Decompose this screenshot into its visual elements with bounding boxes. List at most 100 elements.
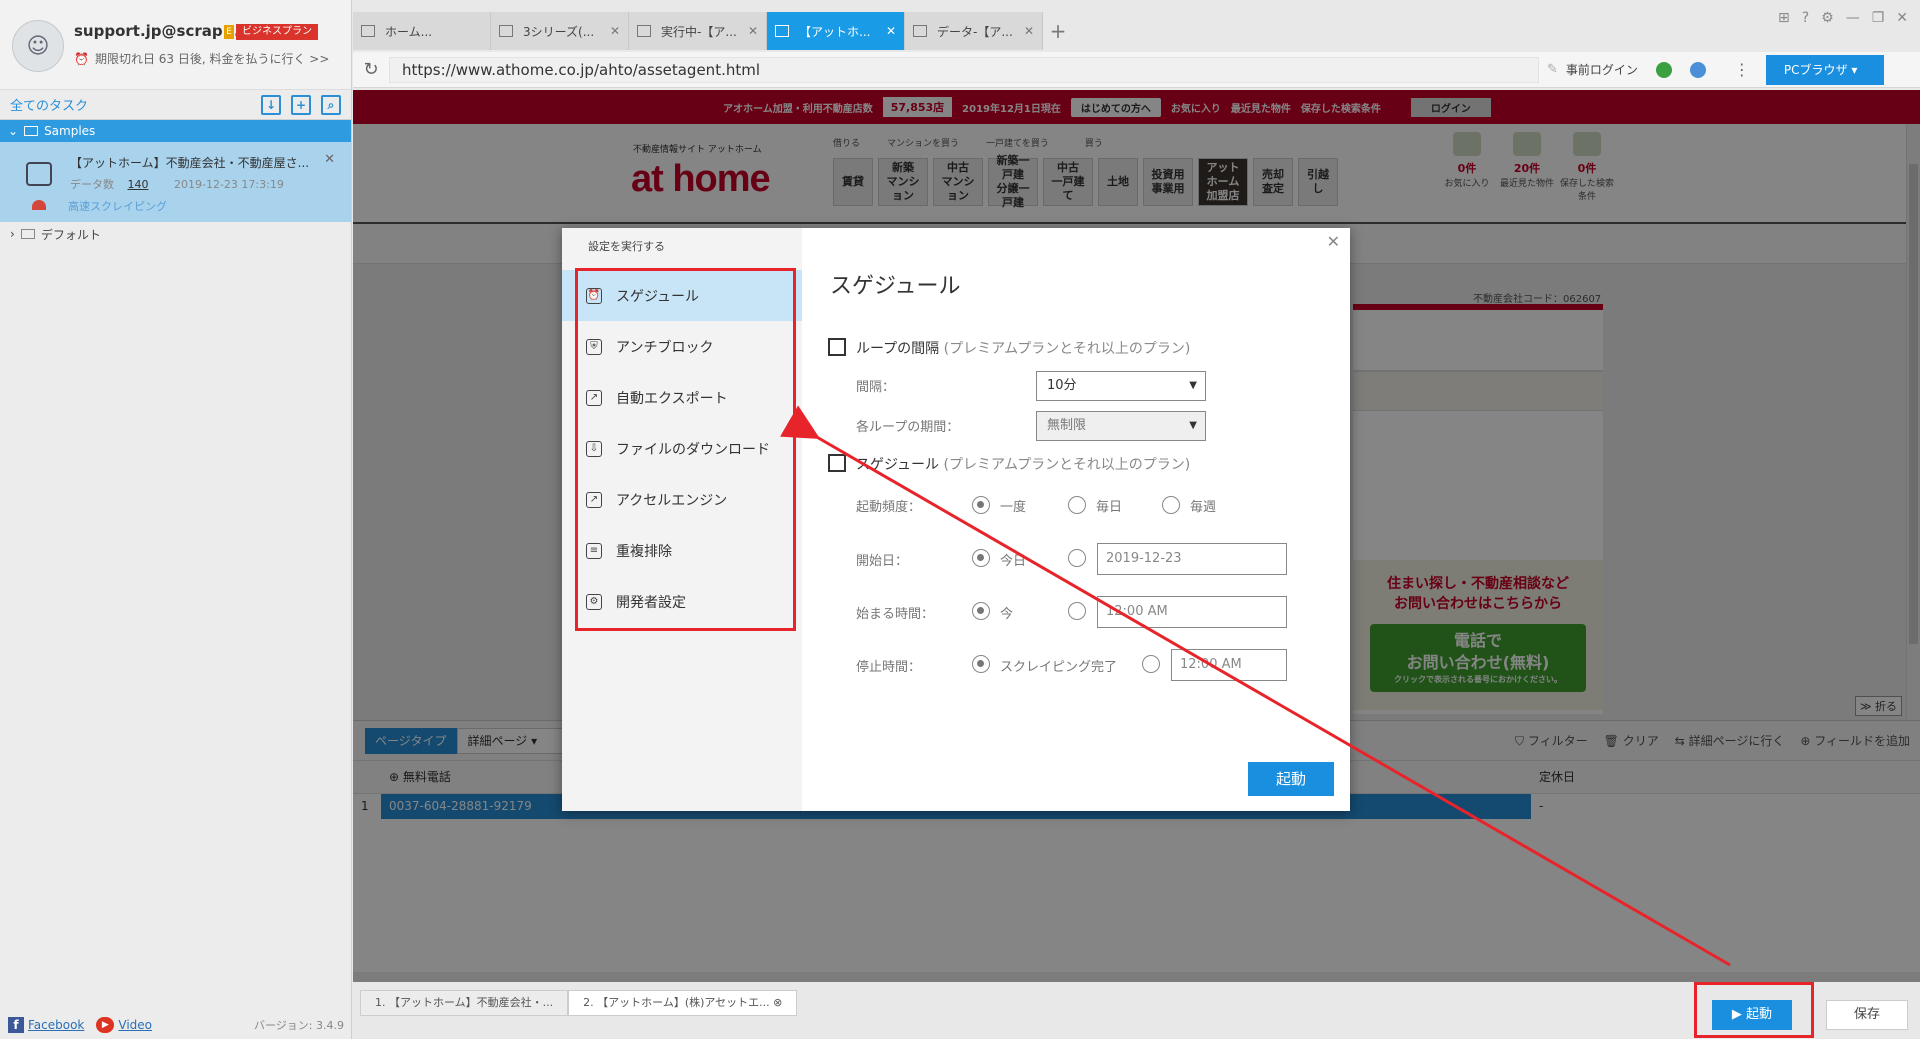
stop-time-input[interactable]: 12:00 AM (1171, 649, 1287, 681)
speed-gauge-icon (32, 200, 46, 210)
period-select[interactable]: 無制限 ▼ (1036, 411, 1206, 441)
freq-once-label: 一度 (1000, 500, 1027, 515)
loop-label: ループの間隔 (856, 341, 940, 357)
video-link[interactable]: Video (118, 1018, 152, 1032)
close-icon[interactable]: ✕ (1327, 232, 1340, 251)
stop-complete-radio[interactable] (972, 655, 990, 673)
start-date-input[interactable]: 2019-12-23 (1097, 543, 1287, 575)
tab-athome[interactable]: 【アットホ... ✕ (767, 12, 905, 50)
start-time-input[interactable]: 12:00 AM (1097, 596, 1287, 628)
close-icon[interactable]: ✕ (1024, 24, 1034, 38)
task-tabs: 1. 【アットホーム】不動産会社・... 2. 【アットホーム】(株)アセットエ… (360, 990, 798, 1016)
folder-label: デフォルト (40, 227, 101, 242)
facebook-link[interactable]: Facebook (28, 1018, 84, 1032)
page-icon (637, 25, 651, 37)
task-name: 【アットホーム】不動産会社・不動産屋さ... (70, 156, 310, 170)
freq-daily-radio[interactable] (1068, 496, 1086, 514)
start-date-radio[interactable] (1068, 549, 1086, 567)
pre-login-button[interactable]: 事前ログイン (1566, 61, 1638, 78)
browser-tab-bar: ホーム... 3シリーズ(... ✕ 実行中-【ア... ✕ 【アットホ... ✕ デ… (353, 10, 1920, 50)
schedule-label: スゲジュール (プレミアムプランとそれ以上のプラン) (856, 454, 1190, 474)
help-icon[interactable]: ? (1802, 10, 1809, 26)
loop-interval-checkbox[interactable] (828, 338, 846, 356)
url-input[interactable]: https://www.athome.co.jp/ahto/assetagent… (389, 56, 1539, 83)
maximize-icon[interactable]: ❐ (1872, 10, 1885, 26)
task-tab-2[interactable]: 2. 【アットホーム】(株)アセットエ... ⊗ (568, 990, 798, 1016)
close-icon[interactable]: ✕ (886, 24, 896, 38)
schedule-checkbox[interactable] (828, 454, 846, 472)
close-icon[interactable]: ✕ (324, 152, 335, 167)
folder-label: Samples (44, 124, 96, 138)
dropdown-arrow-icon: ▼ (1189, 380, 1197, 391)
interval-value: 10分 (1047, 378, 1077, 393)
stop-complete-label: スクレイピング完了 (1000, 660, 1118, 675)
task-tab-label: 2. 【アットホーム】(株)アセットエ... (583, 996, 770, 1009)
page-icon (775, 25, 789, 37)
task-mode: 高速スクレイピング (68, 200, 167, 213)
interval-select[interactable]: 10分 ▼ (1036, 371, 1206, 401)
plan-badge: ビジネスプラン (236, 24, 318, 40)
start-time-radio[interactable] (1068, 602, 1086, 620)
save-button[interactable]: 保存 (1826, 1000, 1908, 1030)
tab-label: 実行中-【ア... (661, 24, 737, 39)
folder-samples[interactable]: ⌄ Samples (0, 120, 351, 142)
premium-note: (プレミアムプランとそれ以上のプラン) (943, 457, 1191, 473)
home-icon (361, 25, 375, 37)
annotation-box-menu (575, 268, 796, 631)
close-icon[interactable]: ✕ (1896, 10, 1908, 26)
start-now-radio[interactable] (972, 602, 990, 620)
avatar[interactable]: ☺ (12, 20, 64, 72)
search-task-icon[interactable]: ⌕ (321, 94, 341, 115)
tab-label: 【アットホ... (799, 24, 871, 39)
account-email[interactable]: support.jp@scrap... (74, 22, 240, 40)
tab-running[interactable]: 実行中-【ア... ✕ (629, 12, 767, 50)
close-icon[interactable]: ✕ (610, 24, 620, 38)
start-today-radio[interactable] (972, 549, 990, 567)
folder-default[interactable]: › デフォルト (0, 222, 351, 246)
new-task-icon[interactable]: + (291, 94, 311, 115)
account-panel: ☺ support.jp@scrap... E ビジネスプラン ⏰ 期限切れ日 6… (0, 0, 351, 90)
freq-weekly-label: 毎週 (1190, 500, 1217, 515)
more-menu-icon[interactable]: ⋮ (1734, 60, 1750, 79)
data-count[interactable]: 140 (128, 178, 149, 191)
chevron-right-icon: › (10, 227, 15, 241)
start-time-label: 始まる時間： (856, 607, 935, 622)
tab-label: 3シリーズ(... (523, 24, 595, 39)
import-icon[interactable]: ↓ (261, 94, 281, 115)
gear-icon[interactable]: ⚙ (1821, 10, 1834, 26)
tab-series[interactable]: 3シリーズ(... ✕ (491, 12, 629, 50)
page-icon (913, 25, 927, 37)
period-label: 各ループの期間： (856, 420, 960, 435)
minimize-icon[interactable]: — (1846, 10, 1860, 26)
new-tab-button[interactable]: + (1043, 12, 1073, 50)
facebook-icon: f (8, 1017, 24, 1033)
all-tasks-title[interactable]: 全てのタスク (10, 95, 251, 114)
tab-data[interactable]: データ-【ア... ✕ (905, 12, 1043, 50)
robot-icon (26, 162, 52, 186)
browser-mode-dropdown[interactable]: PCブラウザ ▾ (1765, 54, 1884, 85)
dialog-start-button[interactable]: 起動 (1248, 762, 1334, 796)
dialog-caption: 設定を実行する (588, 240, 665, 253)
close-icon[interactable]: ⊗ (773, 996, 782, 1009)
freq-once-radio[interactable] (972, 496, 990, 514)
status-icon[interactable] (1655, 61, 1672, 78)
edit-icon[interactable]: ✎ (1547, 62, 1558, 77)
dropdown-arrow-icon: ▼ (1189, 420, 1197, 431)
browser-mode-label: PCブラウザ (1783, 62, 1848, 77)
folder-icon (24, 126, 39, 136)
task-tab-1[interactable]: 1. 【アットホーム】不動産会社・... (360, 990, 569, 1016)
expiry-link[interactable]: ⏰ 期限切れ日 63 日後, 料金を払うに行く >> (74, 50, 329, 67)
stop-time-radio[interactable] (1142, 655, 1160, 673)
dialog-title: スゲジュール (830, 274, 961, 299)
freq-weekly-radio[interactable] (1162, 496, 1180, 514)
data-count-label: データ数 (70, 178, 114, 191)
close-icon[interactable]: ✕ (748, 24, 758, 38)
tasks-header: 全てのタスク ↓ + ⌕ (0, 90, 351, 120)
tab-home[interactable]: ホーム... (353, 12, 491, 50)
reload-icon[interactable]: ↻ (353, 59, 389, 80)
user-icon[interactable] (1689, 61, 1706, 78)
premium-note: (プレミアムプランとそれ以上のプラン) (943, 341, 1191, 357)
stop-time-label: 停止時間： (856, 660, 922, 675)
task-item[interactable]: 【アットホーム】不動産会社・不動産屋さ... ✕ データ数 140 2019-1… (0, 142, 351, 222)
gift-icon[interactable]: ⊞ (1778, 10, 1790, 26)
